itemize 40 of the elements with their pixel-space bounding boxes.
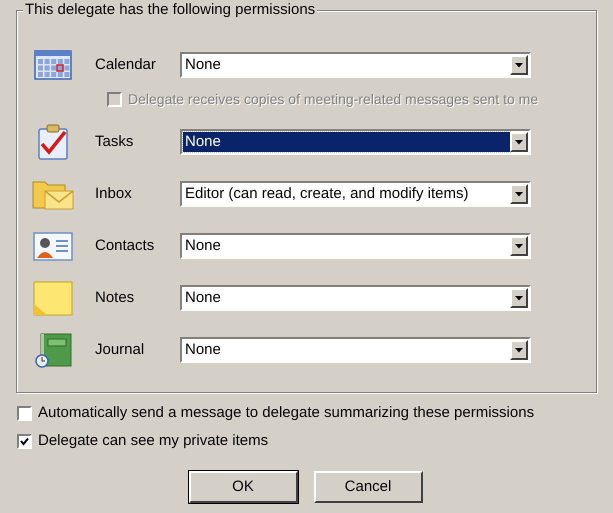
checkbox[interactable] [17, 434, 32, 448]
folder-label: Contacts [95, 236, 156, 256]
checkbox[interactable] [17, 406, 32, 420]
checkbox-label: Delegate can see my private items [38, 430, 268, 451]
dropdown-value: None [184, 236, 222, 256]
caret-icon [515, 140, 523, 144]
checkmark-icon [20, 436, 29, 446]
caret-icon [515, 192, 523, 196]
dropdown-arrow-button[interactable] [510, 340, 528, 360]
dropdown-value: None [183, 132, 510, 152]
folder-label: Inbox [95, 184, 133, 204]
checkbox-label: Delegate receives copies of meeting-related messages sent to me [128, 90, 538, 109]
dropdown-arrow-button[interactable] [510, 132, 528, 152]
dropdown-value: None [184, 340, 222, 360]
permission-dropdown[interactable]: None [180, 337, 531, 363]
permission-dropdown[interactable]: None [180, 233, 531, 259]
permission-dropdown[interactable]: None [180, 285, 531, 311]
dialog-button[interactable]: OK [188, 471, 298, 503]
folder-label: Journal [95, 340, 146, 360]
caret-icon [515, 348, 523, 352]
dropdown-value: Editor (can read, create, and modify items) [184, 184, 470, 204]
permission-dropdown[interactable]: Editor (can read, create, and modify items) [180, 181, 531, 207]
permission-dropdown[interactable]: None [180, 129, 531, 155]
caret-icon [515, 62, 523, 68]
dialog-button[interactable]: Cancel [314, 471, 422, 503]
folder-label: Notes [95, 288, 136, 308]
caret-icon [515, 244, 523, 248]
permission-dropdown[interactable]: None [180, 52, 531, 78]
folder-label: Calendar [95, 54, 157, 75]
group-title: This delegate has the following permissions [23, 1, 318, 19]
folder-label: Tasks [95, 132, 134, 152]
checkbox-label: Automatically send a message to delegate summarizing these permissions [38, 402, 534, 423]
dropdown-arrow-button[interactable] [510, 184, 528, 204]
dropdown-arrow-button[interactable] [510, 55, 528, 75]
dropdown-arrow-button[interactable] [510, 236, 528, 256]
caret-icon [515, 296, 523, 300]
dropdown-arrow-button[interactable] [510, 288, 528, 308]
sticky-note-icon [31, 280, 75, 316]
dropdown-value: None [184, 288, 222, 308]
dropdown-value: None [184, 55, 222, 75]
